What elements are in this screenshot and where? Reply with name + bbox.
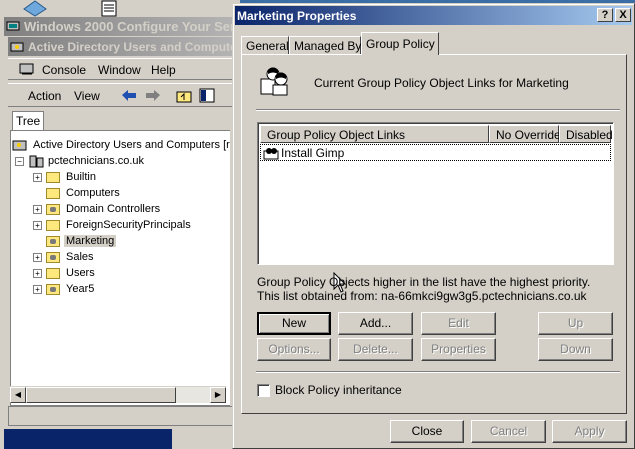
- tab-managed-by[interactable]: Managed By: [289, 36, 361, 55]
- tree-item-users[interactable]: + Users: [33, 265, 97, 281]
- taskbar-button[interactable]: [4, 429, 172, 449]
- separator: [256, 109, 620, 111]
- gpo-links-list[interactable]: Group Policy Object Links No Override Di…: [257, 122, 614, 293]
- apply-button[interactable]: Apply: [552, 420, 627, 443]
- domain-icon: [29, 155, 44, 167]
- back-arrow-icon[interactable]: [121, 89, 137, 102]
- edit-button[interactable]: Edit: [421, 312, 496, 335]
- obtained-from-info: This list obtained from: na-66mkci9gw3g5…: [257, 289, 587, 303]
- group-policy-icon: [260, 67, 288, 96]
- dialog-title[interactable]: Marketing Properties: [235, 6, 632, 25]
- menu-window[interactable]: Window: [98, 63, 141, 77]
- outer-window-title[interactable]: Windows 2000 Configure Your Server: [4, 17, 240, 36]
- menu-help[interactable]: Help: [151, 63, 176, 77]
- close-x-button[interactable]: X: [615, 8, 631, 22]
- ou-icon: [46, 235, 60, 247]
- folder-icon: [46, 171, 60, 183]
- tab-group-policy[interactable]: Group Policy: [361, 32, 439, 55]
- gpo-item-icon: [263, 147, 279, 159]
- forward-arrow-icon[interactable]: [145, 89, 161, 102]
- menu-bar: Console Window Help: [8, 58, 240, 80]
- column-header-no-override[interactable]: No Override: [489, 125, 561, 143]
- tree-item-foreign-security-principals[interactable]: + ForeignSecurityPrincipals: [33, 217, 193, 233]
- ou-icon: [46, 283, 60, 295]
- column-header-disabled[interactable]: Disabled: [559, 125, 613, 143]
- tree-domain[interactable]: − pctechnicians.co.uk: [15, 153, 146, 169]
- menu-view[interactable]: View: [74, 89, 100, 103]
- scroll-thumb[interactable]: [26, 387, 176, 403]
- tree-item-year5[interactable]: + Year5: [33, 281, 96, 297]
- properties-button[interactable]: Properties: [421, 338, 496, 361]
- tree-item-builtin[interactable]: + Builtin: [33, 169, 98, 185]
- cancel-button[interactable]: Cancel: [471, 420, 546, 443]
- list-item[interactable]: Install Gimp: [260, 144, 611, 161]
- tree-pane: Active Directory Users and Computers [r …: [10, 130, 230, 406]
- description-text: Current Group Policy Object Links for Ma…: [314, 76, 569, 90]
- tree-domain-label: pctechnicians.co.uk: [48, 155, 144, 167]
- menu-action[interactable]: Action: [28, 89, 61, 103]
- options-button[interactable]: Options...: [257, 338, 331, 361]
- tree-item-domain-controllers[interactable]: + Domain Controllers: [33, 201, 162, 217]
- active-directory-icon: [12, 140, 27, 150]
- ou-icon: [46, 203, 60, 215]
- block-inheritance-checkbox[interactable]: [257, 384, 270, 397]
- folder-icon: [46, 219, 60, 231]
- delete-button[interactable]: Delete...: [338, 338, 413, 361]
- ou-icon: [46, 251, 60, 263]
- expand-icon[interactable]: +: [33, 220, 42, 230]
- up-button[interactable]: Up: [538, 312, 613, 335]
- new-button[interactable]: New: [257, 312, 331, 335]
- folder-icon: [46, 267, 60, 279]
- inner-window-title[interactable]: Active Directory Users and Computers: [8, 37, 240, 56]
- document-icon[interactable]: [98, 0, 122, 17]
- priority-info: Group Policy Objects higher in the list …: [257, 275, 591, 289]
- scroll-left-icon[interactable]: ◀: [10, 387, 26, 403]
- separator: [256, 371, 620, 373]
- expand-icon[interactable]: +: [33, 268, 42, 278]
- column-header-gpo-links[interactable]: Group Policy Object Links: [260, 125, 489, 143]
- toolbar: Action View: [8, 83, 240, 107]
- folder-icon: [46, 187, 60, 199]
- console-icon: [19, 63, 34, 75]
- add-button[interactable]: Add...: [338, 312, 413, 335]
- marketing-properties-dialog: Marketing Properties ? X General Managed…: [232, 3, 635, 449]
- tab-tree[interactable]: Tree: [12, 111, 44, 131]
- gpo-name: Install Gimp: [281, 145, 345, 160]
- expand-icon[interactable]: +: [33, 284, 42, 294]
- up-folder-icon[interactable]: [176, 88, 192, 103]
- status-bar: [8, 406, 240, 426]
- mmc-window: Windows 2000 Configure Your Server Activ…: [0, 0, 240, 449]
- help-button[interactable]: ?: [597, 8, 613, 22]
- expand-icon[interactable]: +: [33, 204, 42, 214]
- active-directory-icon: [10, 42, 24, 52]
- expand-icon[interactable]: +: [33, 252, 42, 262]
- tree-root[interactable]: Active Directory Users and Computers [r: [12, 137, 230, 153]
- expand-icon[interactable]: +: [33, 172, 42, 182]
- tree-root-label: Active Directory Users and Computers [r: [33, 139, 230, 151]
- down-button[interactable]: Down: [538, 338, 613, 361]
- close-button[interactable]: Close: [390, 420, 464, 443]
- horizontal-scrollbar[interactable]: ◀ ▶: [10, 386, 226, 403]
- collapse-icon[interactable]: −: [15, 156, 24, 166]
- tree-item-computers[interactable]: Computers: [46, 185, 122, 201]
- scroll-right-icon[interactable]: ▶: [210, 387, 226, 403]
- desktop-icon[interactable]: [22, 0, 48, 17]
- group-policy-page: Current Group Policy Object Links for Ma…: [241, 54, 627, 414]
- show-tree-icon[interactable]: [199, 88, 215, 103]
- block-inheritance-label[interactable]: Block Policy inheritance: [275, 383, 402, 397]
- menu-console[interactable]: Console: [42, 63, 86, 77]
- tab-general[interactable]: General: [241, 36, 289, 55]
- tree-item-sales[interactable]: + Sales: [33, 249, 96, 265]
- tree-item-marketing[interactable]: Marketing: [46, 233, 117, 249]
- computer-icon: [6, 21, 20, 31]
